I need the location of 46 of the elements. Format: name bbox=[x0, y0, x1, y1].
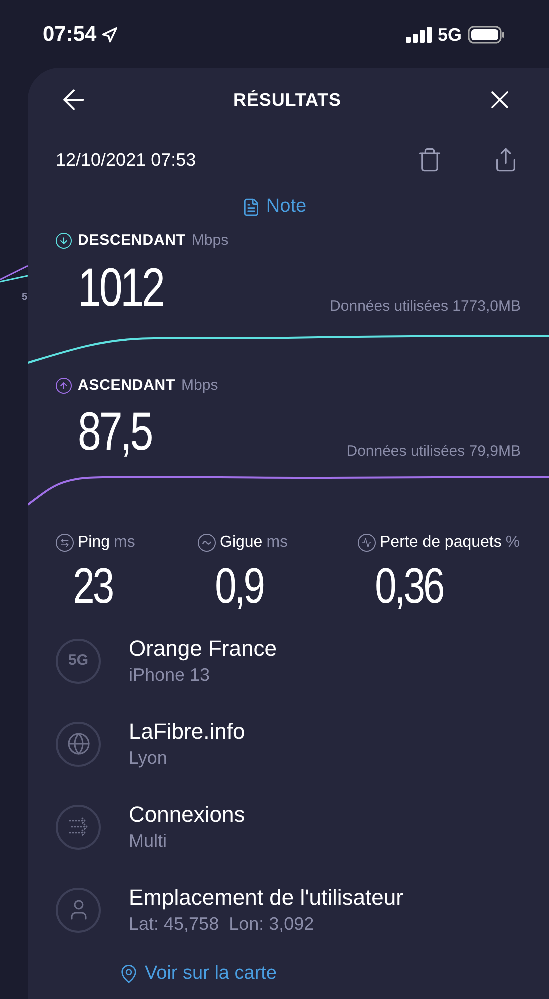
unit-label: Mbps bbox=[182, 376, 218, 396]
location-arrow-icon bbox=[100, 26, 118, 44]
data-used-text: Données utilisées 1773,0MB bbox=[330, 297, 521, 317]
stat-value: 0,9 bbox=[214, 561, 265, 611]
battery-icon bbox=[468, 26, 506, 44]
network-type: 5G bbox=[438, 24, 462, 46]
result-date: 12/10/2021 07:53 bbox=[56, 148, 196, 172]
pulse-icon bbox=[358, 534, 376, 552]
detail-title: Emplacement de l'utilisateur bbox=[129, 884, 404, 912]
header-title: RÉSULTATS bbox=[233, 88, 342, 112]
speed-label: ASCENDANT bbox=[78, 376, 176, 396]
detail-subtitle: Multi bbox=[129, 830, 168, 853]
speed-value: 87,5 bbox=[78, 405, 152, 459]
detail-subtitle: iPhone 13 bbox=[129, 664, 212, 687]
network-badge-icon: 5G bbox=[56, 638, 101, 684]
signal-icon bbox=[406, 27, 432, 43]
stat-label: Gigue bbox=[220, 533, 263, 553]
arrows-icon bbox=[56, 804, 101, 850]
stat-label: Perte de paquets bbox=[380, 533, 502, 553]
detail-title: Orange France bbox=[129, 635, 277, 663]
speed-value: 1012 bbox=[78, 260, 164, 314]
user-icon bbox=[56, 888, 101, 932]
unit-label: ms bbox=[114, 533, 136, 553]
stat-value: 0,36 bbox=[374, 561, 444, 611]
detail-subtitle: Lyon bbox=[129, 747, 168, 770]
map-link[interactable]: Voir sur la carte bbox=[119, 960, 549, 988]
wave-icon bbox=[198, 534, 216, 552]
unit-label: Mbps bbox=[192, 231, 229, 251]
detail-title: Connexions bbox=[129, 801, 246, 829]
trash-icon bbox=[417, 147, 443, 173]
map-pin-icon bbox=[119, 964, 139, 984]
note-icon bbox=[242, 198, 262, 216]
detail-title: LaFibre.info bbox=[129, 718, 246, 746]
ping-icon bbox=[56, 534, 74, 552]
note-link[interactable]: Note bbox=[242, 190, 307, 224]
unit-label: % bbox=[506, 533, 520, 553]
axis-tick: 5 bbox=[22, 291, 28, 305]
trash-button[interactable] bbox=[417, 147, 443, 173]
detail-subtitle: Lat: 45,758 Lon: 3,092 bbox=[129, 913, 316, 936]
unit-label: ms bbox=[266, 533, 288, 553]
stat-value: 23 bbox=[72, 561, 114, 611]
globe-icon bbox=[56, 722, 101, 766]
speed-label: DESCENDANT bbox=[78, 231, 186, 251]
stat-label: Ping bbox=[78, 533, 110, 553]
clock-time: 07:54 bbox=[43, 22, 97, 48]
data-used-text: Données utilisées 79,9MB bbox=[346, 442, 521, 462]
